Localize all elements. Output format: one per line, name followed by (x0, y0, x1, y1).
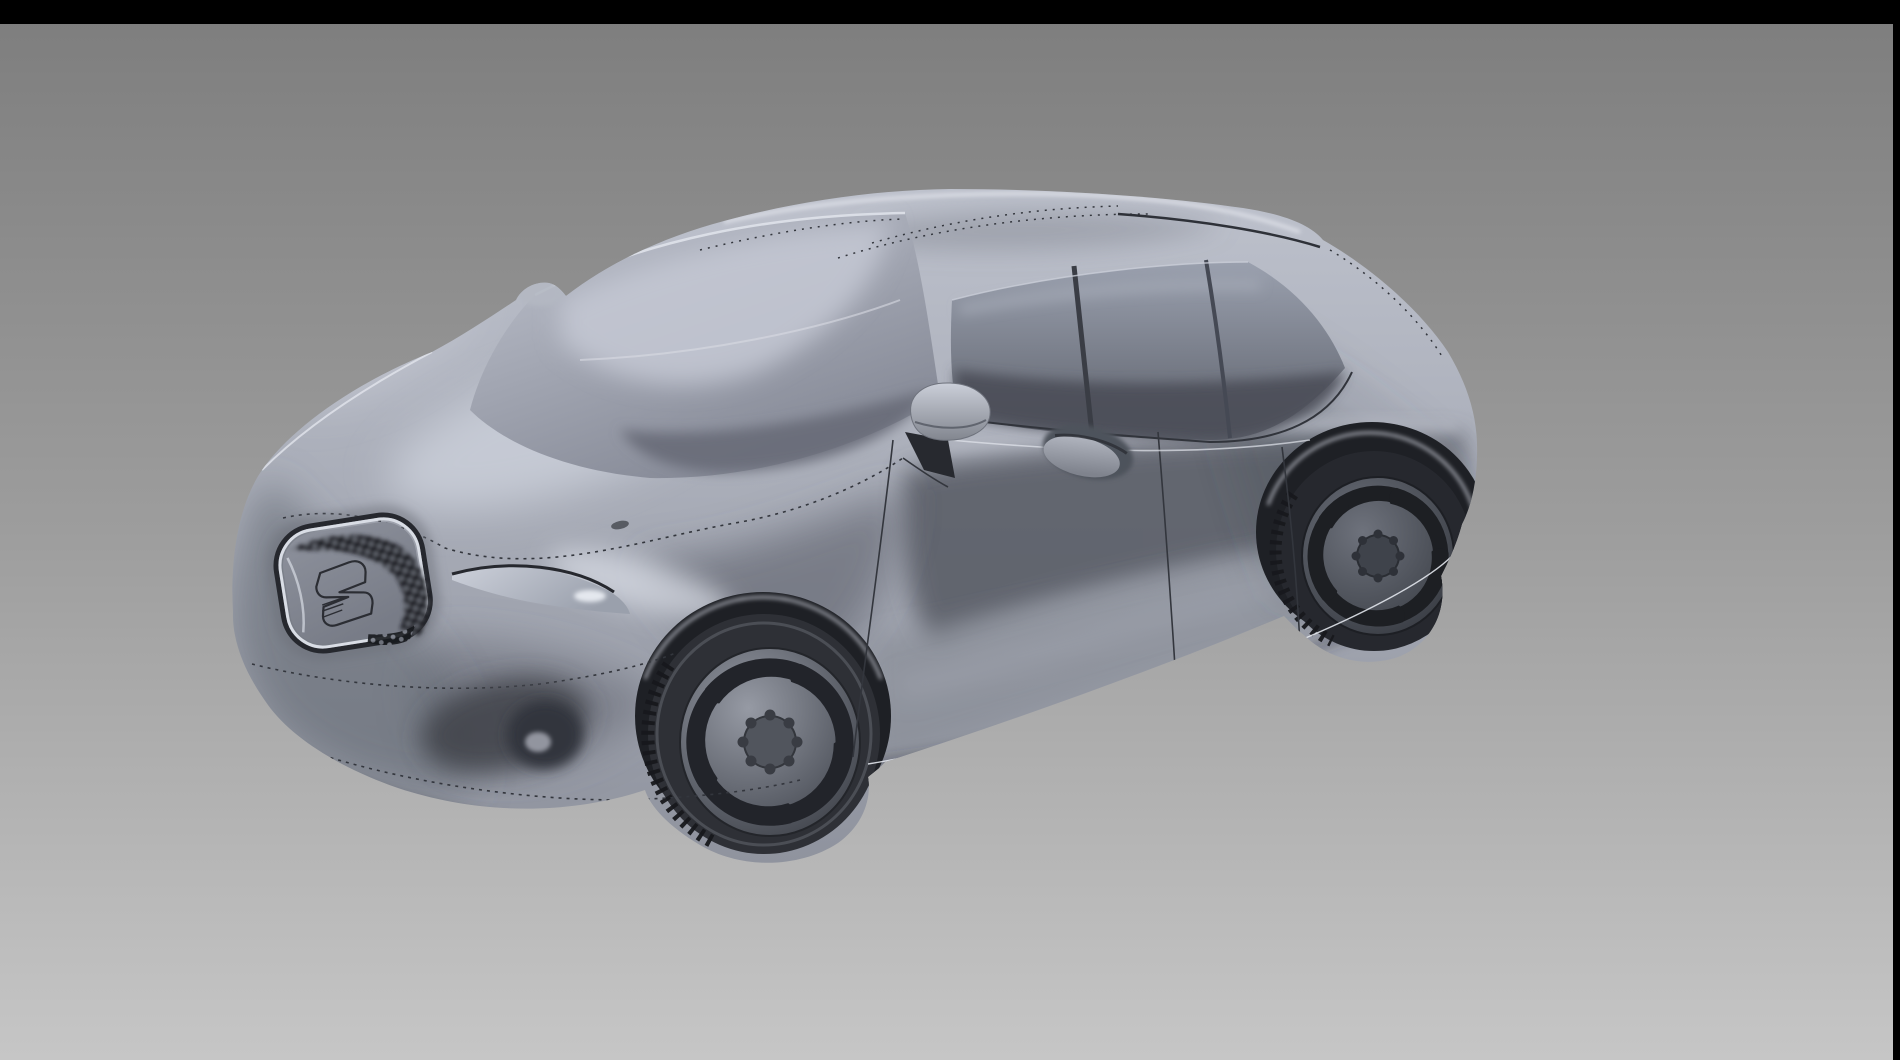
fog-lamp (525, 732, 551, 752)
top-letterbox-bar (0, 0, 1900, 24)
front-grille (267, 506, 440, 662)
right-letterbox-bar (1893, 0, 1900, 1060)
3d-viewport[interactable] (0, 0, 1900, 1060)
cad-application-window (0, 0, 1900, 1060)
mirror-cap (911, 383, 991, 440)
